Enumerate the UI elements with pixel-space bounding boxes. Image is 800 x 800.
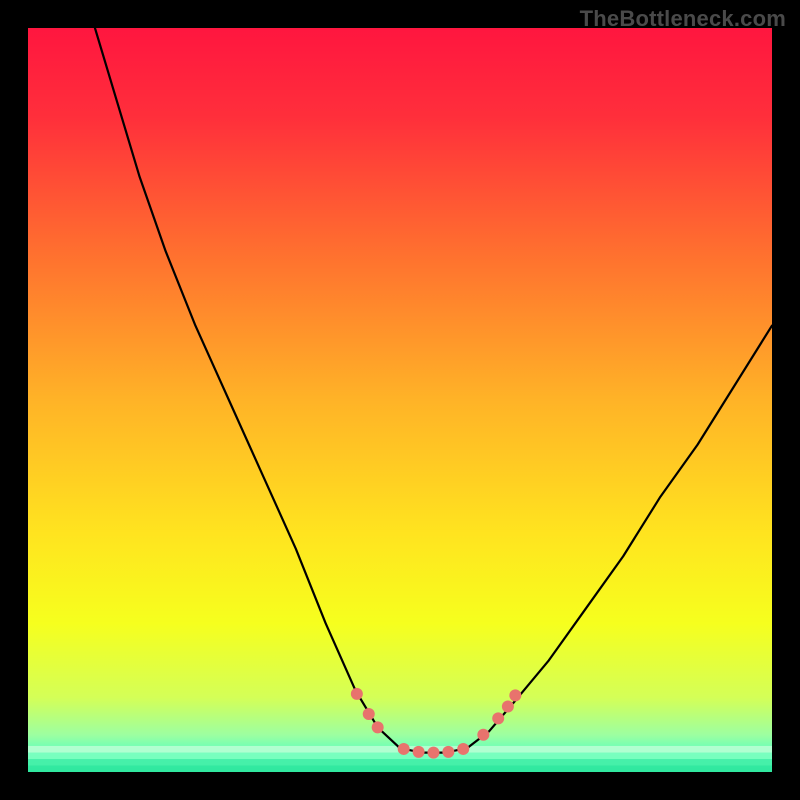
chart-marker <box>442 746 454 758</box>
chart-marker <box>351 688 363 700</box>
chart-marker <box>457 743 469 755</box>
chart-marker <box>509 689 521 701</box>
chart-svg <box>28 28 772 772</box>
chart-frame: TheBottleneck.com <box>0 0 800 800</box>
chart-marker <box>413 746 425 758</box>
chart-marker <box>477 729 489 741</box>
chart-marker <box>492 712 504 724</box>
chart-marker <box>372 721 384 733</box>
chart-marker <box>398 743 410 755</box>
chart-marker <box>427 747 439 759</box>
chart-background <box>28 28 772 772</box>
chart-plot-area <box>28 28 772 772</box>
chart-bottom-band <box>28 765 772 772</box>
chart-marker <box>502 701 514 713</box>
chart-marker <box>363 708 375 720</box>
chart-bottom-band <box>28 759 772 766</box>
